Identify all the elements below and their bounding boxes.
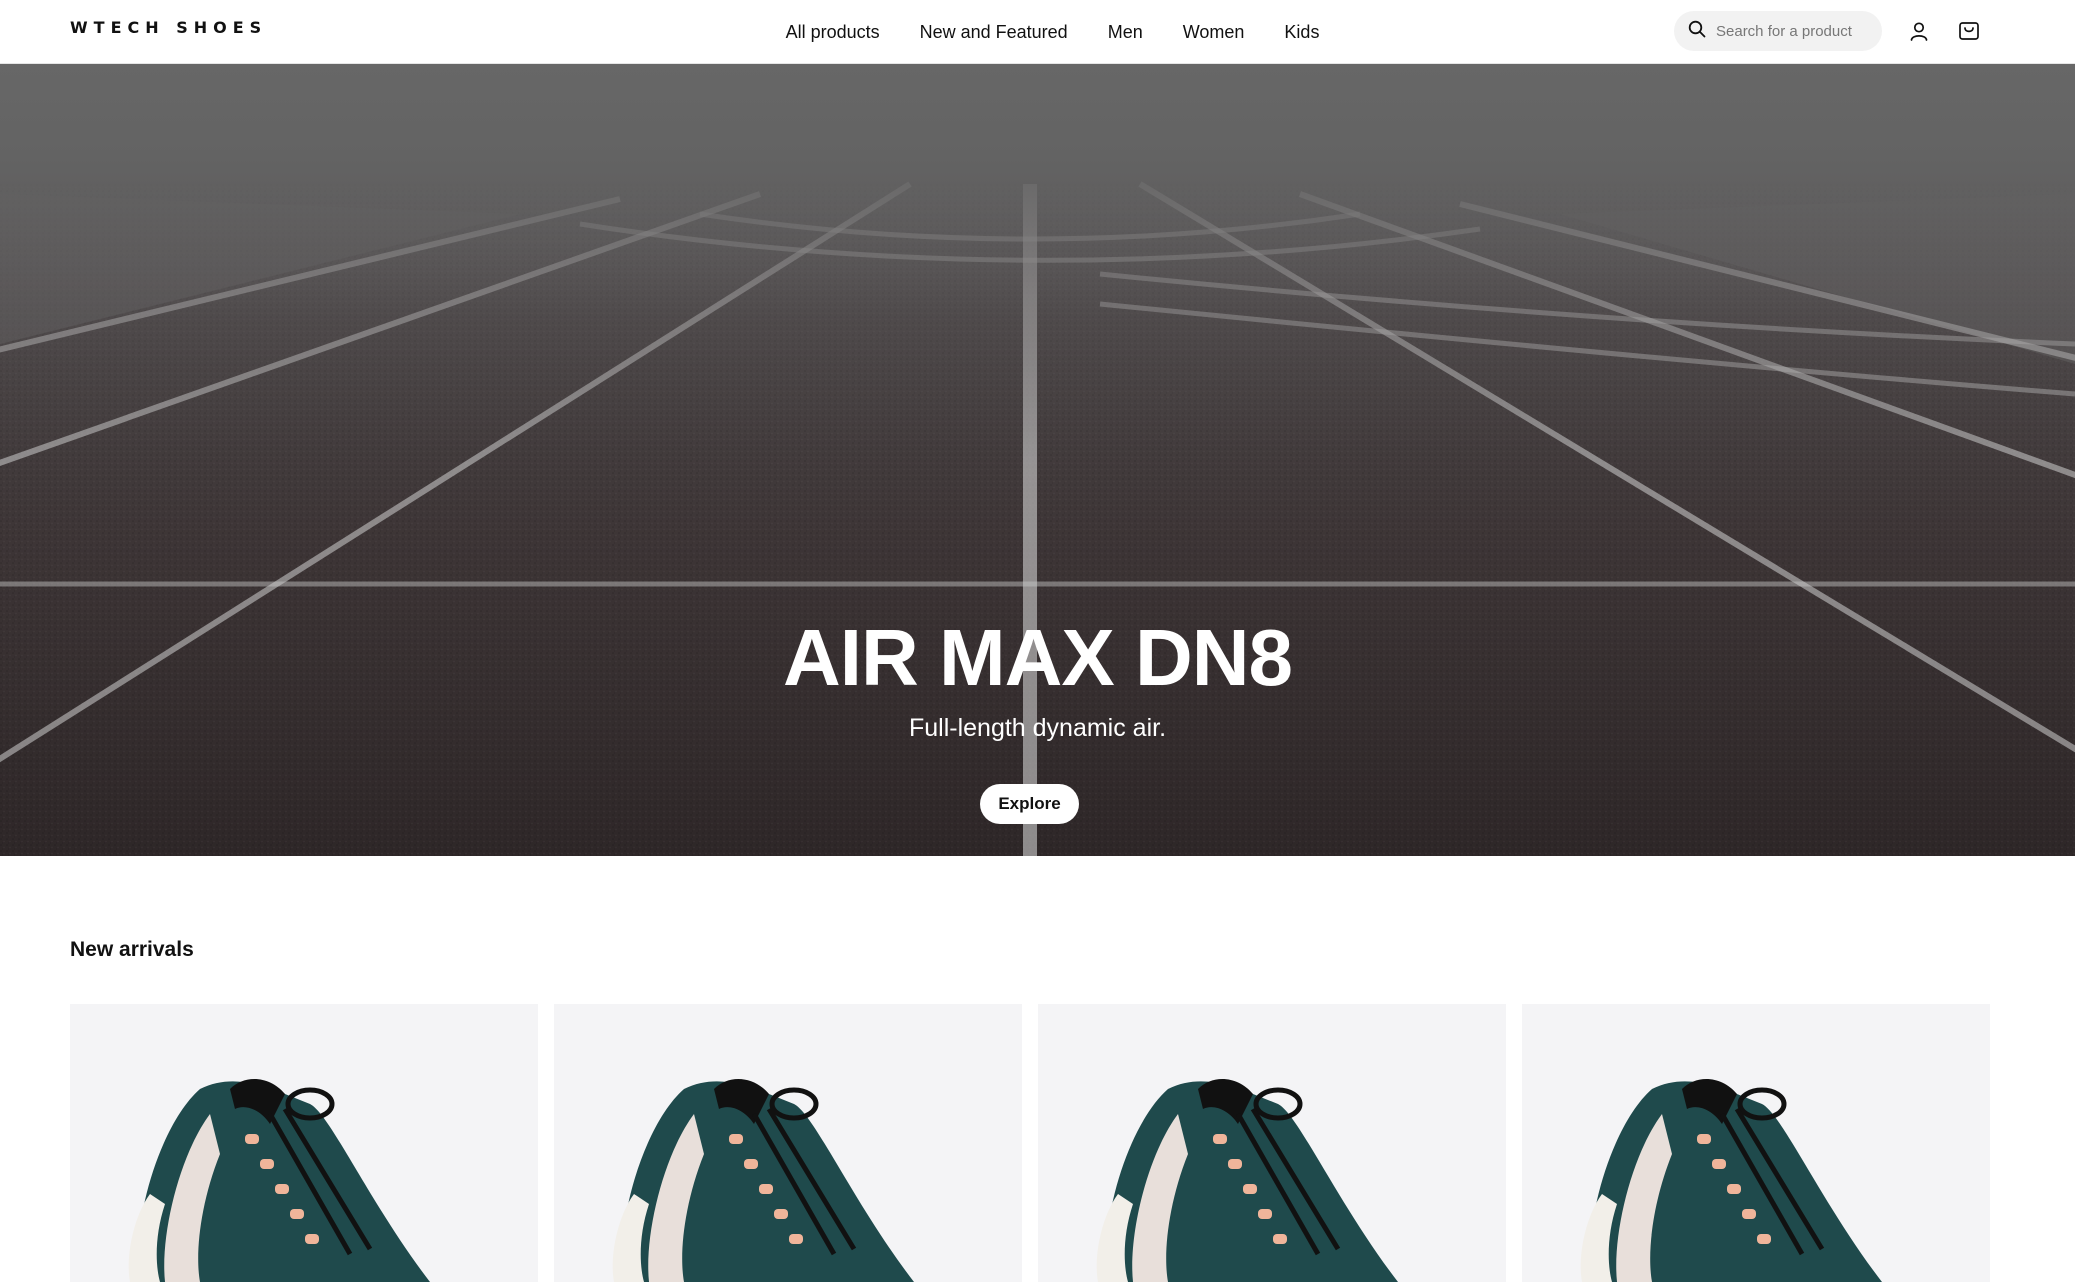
explore-button[interactable]: Explore bbox=[980, 784, 1079, 824]
product-card[interactable] bbox=[1522, 1004, 1990, 1282]
product-card[interactable] bbox=[1038, 1004, 1506, 1282]
sneaker-image bbox=[128, 1078, 430, 1282]
product-card[interactable] bbox=[70, 1004, 538, 1282]
nav-women[interactable]: Women bbox=[1183, 22, 1245, 43]
sneaker-image bbox=[1580, 1078, 1882, 1282]
user-icon[interactable] bbox=[1906, 18, 1932, 44]
nav-kids[interactable]: Kids bbox=[1284, 22, 1319, 43]
hero-banner: AIR MAX DN8 Full-length dynamic air. Exp… bbox=[0, 64, 2075, 856]
hero-title: AIR MAX DN8 bbox=[782, 613, 1293, 702]
sneaker-image bbox=[612, 1078, 914, 1282]
new-arrivals-title: New arrivals bbox=[70, 938, 194, 961]
site-header: WTECH SHOES All products New and Feature… bbox=[0, 0, 2075, 64]
search-input[interactable] bbox=[1716, 22, 1866, 40]
hero-subtitle: Full-length dynamic air. bbox=[908, 714, 1167, 742]
product-card[interactable] bbox=[554, 1004, 1022, 1282]
search-icon bbox=[1688, 20, 1706, 43]
nav-new-and-featured[interactable]: New and Featured bbox=[920, 22, 1068, 43]
cart-icon[interactable] bbox=[1956, 18, 1982, 44]
nav-men[interactable]: Men bbox=[1108, 22, 1143, 43]
sneaker-image bbox=[1096, 1078, 1398, 1282]
nav-all-products[interactable]: All products bbox=[786, 22, 880, 43]
search-box[interactable] bbox=[1674, 11, 1882, 51]
